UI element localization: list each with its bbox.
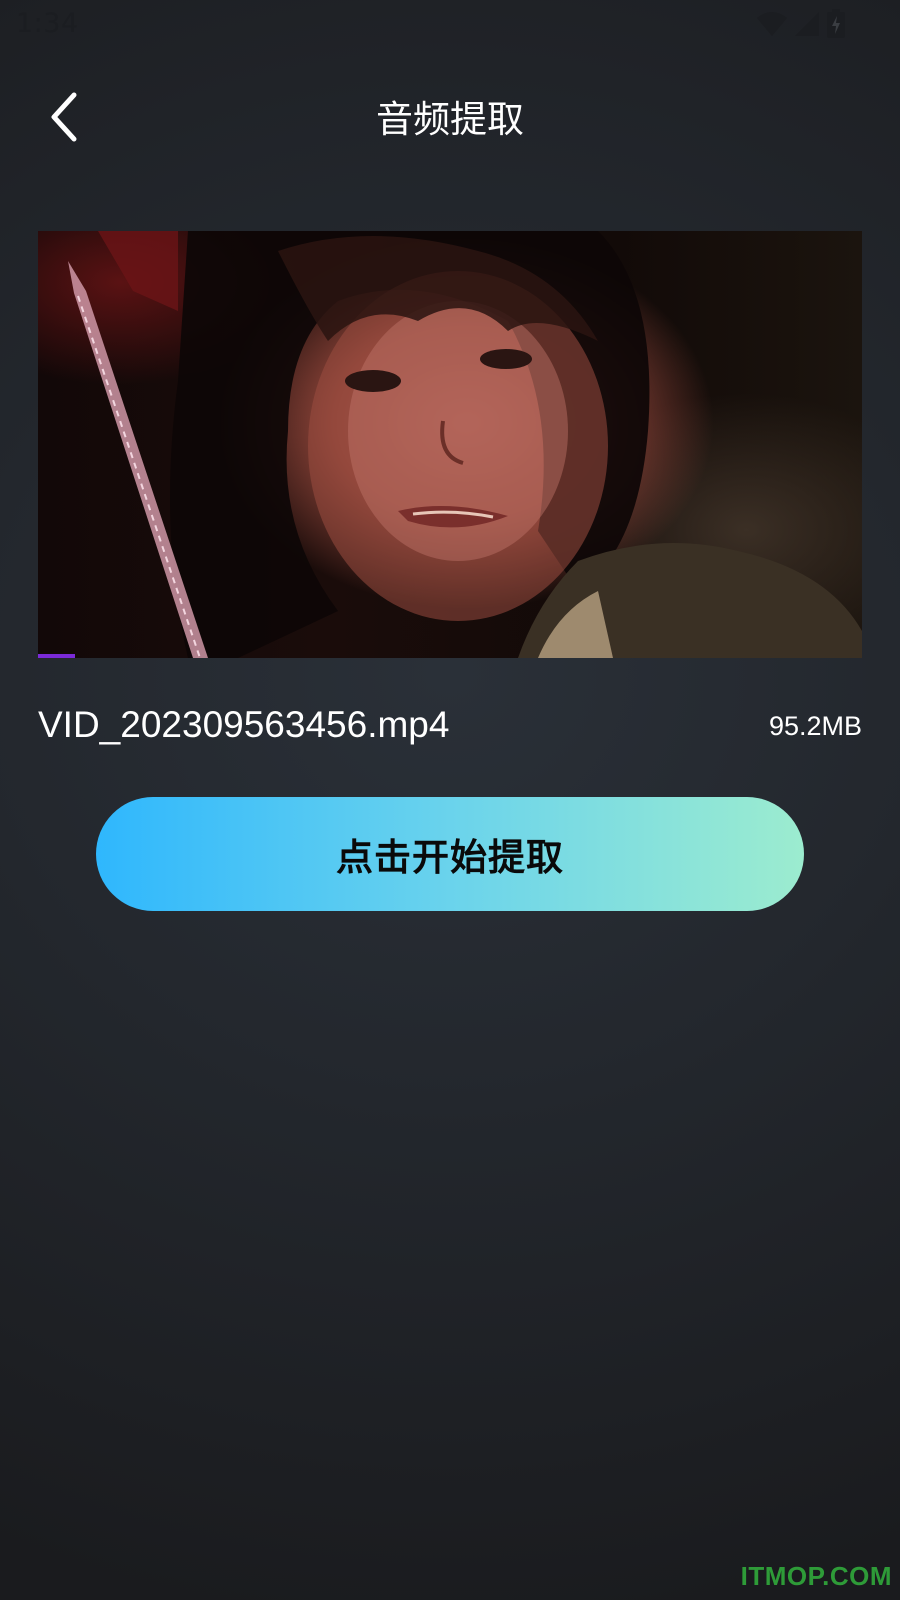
file-size: 95.2MB: [768, 711, 862, 741]
watermark-logo: ITMOP.COM: [740, 1561, 892, 1591]
video-frame-illustration: [68, 231, 862, 658]
wifi-icon: [756, 11, 788, 37]
start-extract-label: 点击开始提取: [336, 836, 564, 879]
file-name: VID_202309563456.mp4: [38, 704, 450, 745]
video-progress-bar[interactable]: [38, 654, 76, 658]
battery-charging-icon: [826, 9, 846, 39]
status-bar: 1:34: [0, 0, 900, 50]
start-extract-button[interactable]: 点击开始提取: [96, 797, 804, 911]
page-title: 音频提取: [376, 98, 524, 141]
status-icons: [756, 9, 846, 39]
video-preview[interactable]: [38, 231, 862, 658]
status-time: 1:34: [16, 8, 79, 39]
cellular-signal-icon: [794, 11, 820, 37]
